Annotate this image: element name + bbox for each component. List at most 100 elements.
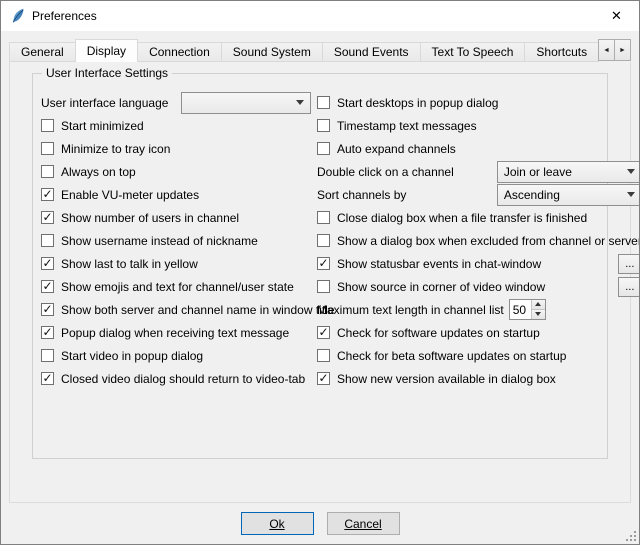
checkbox-box[interactable] bbox=[317, 349, 330, 362]
checkbox-vu-meter[interactable]: Enable VU-meter updates bbox=[41, 183, 311, 206]
checkbox-box[interactable] bbox=[41, 372, 54, 385]
checkbox-show-username[interactable]: Show username instead of nickname bbox=[41, 229, 311, 252]
checkbox-box[interactable] bbox=[41, 280, 54, 293]
checkbox-auto-expand[interactable]: Auto expand channels bbox=[317, 137, 640, 160]
checkbox-video-return-tab[interactable]: Closed video dialog should return to vid… bbox=[41, 367, 311, 390]
max-text-length-value: 50 bbox=[510, 300, 531, 319]
checkbox-box[interactable] bbox=[41, 349, 54, 362]
group-user-interface-settings: User Interface Settings User interface l… bbox=[32, 73, 608, 459]
checkbox-emojis-text[interactable]: Show emojis and text for channel/user st… bbox=[41, 275, 311, 298]
checkbox-box[interactable] bbox=[317, 211, 330, 224]
checkbox-label: Closed video dialog should return to vid… bbox=[61, 372, 305, 386]
spin-up-button[interactable] bbox=[532, 300, 545, 310]
checkbox-close-on-transfer[interactable]: Close dialog box when a file transfer is… bbox=[317, 206, 640, 229]
checkbox-label: Popup dialog when receiving text message bbox=[61, 326, 289, 340]
chevron-down-icon bbox=[627, 169, 635, 174]
checkbox-label: Show number of users in channel bbox=[61, 211, 239, 225]
resize-grip[interactable] bbox=[625, 530, 637, 542]
checkbox-show-user-count[interactable]: Show number of users in channel bbox=[41, 206, 311, 229]
checkbox-video-popup[interactable]: Start video in popup dialog bbox=[41, 344, 311, 367]
double-click-label: Double click on a channel bbox=[317, 165, 454, 179]
checkbox-box[interactable] bbox=[41, 142, 54, 155]
sort-channels-row: Sort channels by Ascending bbox=[317, 183, 640, 206]
checkbox-label: Start video in popup dialog bbox=[61, 349, 203, 363]
statusbar-events-more-button[interactable]: ... bbox=[618, 254, 640, 274]
tab-scrollers: ◄ ► bbox=[599, 39, 631, 62]
checkbox-box[interactable] bbox=[41, 119, 54, 132]
spinner-buttons bbox=[531, 300, 545, 319]
tab-scroll-left-button[interactable]: ◄ bbox=[598, 39, 615, 61]
checkbox-label: Show source in corner of video window bbox=[337, 280, 545, 294]
checkbox-box[interactable] bbox=[41, 257, 54, 270]
checkbox-start-minimized[interactable]: Start minimized bbox=[41, 114, 311, 137]
checkbox-desktops-popup[interactable]: Start desktops in popup dialog bbox=[317, 91, 640, 114]
checkbox-box[interactable] bbox=[41, 188, 54, 201]
arrow-down-icon bbox=[535, 312, 541, 316]
checkbox-label: Timestamp text messages bbox=[337, 119, 477, 133]
checkbox-box[interactable] bbox=[317, 372, 330, 385]
checkbox-popup-text-message[interactable]: Popup dialog when receiving text message bbox=[41, 321, 311, 344]
sort-channels-value: Ascending bbox=[504, 188, 560, 202]
checkbox-server-channel-title[interactable]: Show both server and channel name in win… bbox=[41, 298, 311, 321]
arrow-up-icon bbox=[535, 302, 541, 306]
checkbox-label: Always on top bbox=[61, 165, 136, 179]
checkbox-box[interactable] bbox=[41, 303, 54, 316]
checkbox-excluded-dialog[interactable]: Show a dialog box when excluded from cha… bbox=[317, 229, 640, 252]
ok-button-label: Ok bbox=[269, 517, 284, 531]
cancel-button[interactable]: Cancel bbox=[327, 512, 400, 535]
tab-sound-events[interactable]: Sound Events bbox=[322, 42, 421, 62]
chevron-down-icon bbox=[627, 192, 635, 197]
checkbox-check-updates[interactable]: Check for software updates on startup bbox=[317, 321, 640, 344]
sort-channels-select[interactable]: Ascending bbox=[497, 184, 640, 206]
checkbox-label: Minimize to tray icon bbox=[61, 142, 170, 156]
checkbox-box[interactable] bbox=[317, 257, 330, 270]
app-icon bbox=[9, 7, 26, 24]
checkbox-timestamp-messages[interactable]: Timestamp text messages bbox=[317, 114, 640, 137]
checkbox-label: Check for beta software updates on start… bbox=[337, 349, 566, 363]
titlebar: Preferences ✕ bbox=[1, 1, 639, 31]
checkbox-box[interactable] bbox=[317, 119, 330, 132]
checkbox-check-beta-updates[interactable]: Check for beta software updates on start… bbox=[317, 344, 640, 367]
statusbar-events-row: Show statusbar events in chat-window ... bbox=[317, 252, 640, 275]
ok-button[interactable]: Ok bbox=[241, 512, 314, 535]
chevron-down-icon bbox=[296, 100, 304, 105]
spin-down-button[interactable] bbox=[532, 310, 545, 319]
left-column: User interface language Start minimized … bbox=[41, 91, 311, 390]
double-click-value: Join or leave bbox=[504, 165, 572, 179]
language-row: User interface language bbox=[41, 91, 311, 114]
checkbox-label: Show statusbar events in chat-window bbox=[337, 257, 541, 271]
checkbox-always-on-top[interactable]: Always on top bbox=[41, 160, 311, 183]
tab-bar: General Display Connection Sound System … bbox=[9, 39, 631, 62]
checkbox-box[interactable] bbox=[317, 326, 330, 339]
group-title: User Interface Settings bbox=[42, 66, 172, 80]
tab-shortcuts[interactable]: Shortcuts bbox=[524, 42, 599, 62]
checkbox-label: Start desktops in popup dialog bbox=[337, 96, 498, 110]
checkbox-last-to-talk[interactable]: Show last to talk in yellow bbox=[41, 252, 311, 275]
video-source-more-button[interactable]: ... bbox=[618, 277, 640, 297]
checkbox-box[interactable] bbox=[41, 165, 54, 178]
checkbox-label: Show last to talk in yellow bbox=[61, 257, 198, 271]
checkbox-box[interactable] bbox=[41, 234, 54, 247]
max-text-length-spinner[interactable]: 50 bbox=[509, 299, 546, 320]
tab-general[interactable]: General bbox=[9, 42, 76, 62]
tab-display[interactable]: Display bbox=[75, 39, 138, 62]
double-click-select[interactable]: Join or leave bbox=[497, 161, 640, 183]
close-button[interactable]: ✕ bbox=[594, 1, 639, 31]
checkbox-box[interactable] bbox=[317, 234, 330, 247]
tab-scroll-right-button[interactable]: ► bbox=[614, 39, 631, 61]
checkbox-label: Show new version available in dialog box bbox=[337, 372, 556, 386]
checkbox-box[interactable] bbox=[317, 142, 330, 155]
checkbox-box[interactable] bbox=[41, 326, 54, 339]
checkbox-box[interactable] bbox=[317, 280, 330, 293]
language-select[interactable] bbox=[181, 92, 311, 114]
tab-connection[interactable]: Connection bbox=[137, 42, 222, 62]
max-text-length-row: Maximum text length in channel list 50 bbox=[317, 298, 640, 321]
checkbox-label: Show emojis and text for channel/user st… bbox=[61, 280, 294, 294]
checkbox-minimize-to-tray[interactable]: Minimize to tray icon bbox=[41, 137, 311, 160]
tab-sound-system[interactable]: Sound System bbox=[221, 42, 323, 62]
checkbox-box[interactable] bbox=[41, 211, 54, 224]
checkbox-label: Close dialog box when a file transfer is… bbox=[337, 211, 587, 225]
checkbox-new-version-dialog[interactable]: Show new version available in dialog box bbox=[317, 367, 640, 390]
checkbox-box[interactable] bbox=[317, 96, 330, 109]
tab-text-to-speech[interactable]: Text To Speech bbox=[420, 42, 526, 62]
